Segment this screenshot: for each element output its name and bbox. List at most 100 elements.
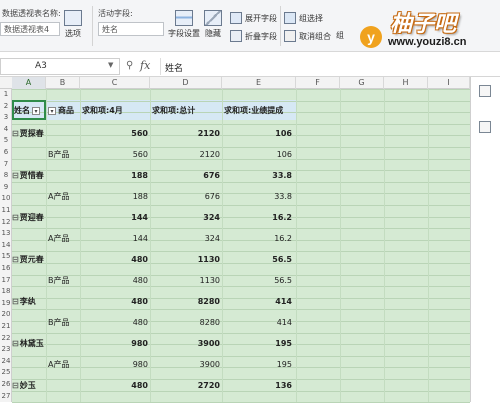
pivot-row-name[interactable]: ⊟林黛玉 bbox=[12, 334, 80, 353]
column-header-g[interactable]: G bbox=[340, 77, 384, 89]
column-header-c[interactable]: C bbox=[80, 77, 150, 89]
name-box[interactable]: A3 bbox=[0, 58, 120, 75]
pivot-cell-bonus[interactable]: 414 bbox=[224, 313, 292, 332]
active-field-input[interactable]: 姓名 bbox=[98, 22, 164, 36]
row-header[interactable]: 16 bbox=[0, 263, 12, 275]
row-header[interactable]: 22 bbox=[0, 333, 12, 345]
pivot-cell-total[interactable]: 2120 bbox=[152, 145, 220, 164]
row-header[interactable]: 20 bbox=[0, 309, 12, 321]
collapse-icon[interactable]: ⊟ bbox=[12, 334, 19, 353]
pivot-cell-bonus[interactable]: 16.2 bbox=[224, 208, 292, 227]
collapse-icon[interactable]: ⊟ bbox=[12, 292, 19, 311]
row-header[interactable]: 6 bbox=[0, 147, 12, 159]
column-header-b[interactable]: B bbox=[46, 77, 80, 89]
pivot-cell-total[interactable]: 3900 bbox=[152, 334, 220, 353]
side-panel-icon[interactable] bbox=[479, 85, 491, 97]
pivot-header-total[interactable]: 求和项:总计 bbox=[152, 101, 195, 120]
row-header[interactable]: 21 bbox=[0, 321, 12, 333]
pivot-cell-bonus[interactable]: 33.8 bbox=[224, 187, 292, 206]
fx-icon[interactable]: fx bbox=[140, 59, 150, 72]
pivot-cell-bonus[interactable]: 136 bbox=[224, 376, 292, 395]
pivot-header-apr[interactable]: 求和项:4月 bbox=[82, 101, 123, 120]
side-panel-icon[interactable] bbox=[479, 121, 491, 133]
collapse-icon[interactable]: ⊟ bbox=[12, 166, 19, 185]
pivot-row-name[interactable]: ⊟贾探春 bbox=[12, 124, 80, 143]
pivot-cell-apr[interactable]: 480 bbox=[82, 313, 148, 332]
collapse-icon[interactable]: ⊟ bbox=[12, 376, 19, 395]
pivot-row-product[interactable]: A产品 bbox=[48, 229, 80, 248]
pivot-row-name[interactable]: ⊟妙玉 bbox=[12, 376, 80, 395]
pivot-cell-bonus[interactable]: 195 bbox=[224, 355, 292, 374]
pivot-cell-bonus[interactable]: 195 bbox=[224, 334, 292, 353]
column-header-f[interactable]: F bbox=[296, 77, 340, 89]
pivot-cell-total[interactable]: 3900 bbox=[152, 355, 220, 374]
row-header[interactable]: 2 bbox=[0, 101, 12, 113]
selected-cell-A3[interactable] bbox=[12, 100, 46, 120]
pivot-cell-total[interactable]: 2120 bbox=[152, 124, 220, 143]
row-header[interactable]: 3 bbox=[0, 112, 12, 124]
pivot-cell-apr[interactable]: 980 bbox=[82, 334, 148, 353]
pivot-name-input[interactable]: 数据透视表4 bbox=[0, 22, 60, 36]
collapse-icon[interactable]: ⊟ bbox=[12, 250, 19, 269]
pivot-cell-apr[interactable]: 144 bbox=[82, 229, 148, 248]
pivot-row-product[interactable]: B产品 bbox=[48, 271, 80, 290]
row-header[interactable]: 13 bbox=[0, 228, 12, 240]
collapse-icon[interactable]: ⊟ bbox=[12, 208, 19, 227]
ungroup-button[interactable]: 取消组合 bbox=[284, 30, 331, 42]
row-header[interactable]: 26 bbox=[0, 379, 12, 391]
row-header[interactable]: 14 bbox=[0, 240, 12, 252]
pivot-row-product[interactable]: A产品 bbox=[48, 355, 80, 374]
row-header[interactable]: 12 bbox=[0, 217, 12, 229]
pivot-cell-apr[interactable]: 980 bbox=[82, 355, 148, 374]
column-header-h[interactable]: H bbox=[384, 77, 428, 89]
pivot-cell-total[interactable]: 2720 bbox=[152, 376, 220, 395]
row-header[interactable]: 18 bbox=[0, 286, 12, 298]
formula-input[interactable]: 姓名 bbox=[160, 58, 490, 75]
row-header[interactable]: 5 bbox=[0, 135, 12, 147]
pivot-cell-apr[interactable]: 480 bbox=[82, 271, 148, 290]
pivot-cell-total[interactable]: 8280 bbox=[152, 292, 220, 311]
pivot-cell-apr[interactable]: 560 bbox=[82, 124, 148, 143]
pivot-row-name[interactable]: ⊟贾迎春 bbox=[12, 208, 80, 227]
pivot-cell-apr[interactable]: 560 bbox=[82, 145, 148, 164]
options-button[interactable]: 选项 bbox=[64, 10, 82, 39]
pivot-cell-bonus[interactable]: 56.5 bbox=[224, 250, 292, 269]
pivot-cell-apr[interactable]: 188 bbox=[82, 187, 148, 206]
hide-button[interactable]: 隐藏 bbox=[204, 10, 222, 39]
pivot-cell-total[interactable]: 1130 bbox=[152, 271, 220, 290]
row-header[interactable]: 15 bbox=[0, 251, 12, 263]
pivot-cell-total[interactable]: 676 bbox=[152, 187, 220, 206]
pivot-cell-bonus[interactable]: 106 bbox=[224, 124, 292, 143]
row-header[interactable]: 8 bbox=[0, 170, 12, 182]
row-header[interactable]: 24 bbox=[0, 356, 12, 368]
pivot-cell-apr[interactable]: 480 bbox=[82, 250, 148, 269]
pivot-cell-total[interactable]: 324 bbox=[152, 208, 220, 227]
group-field-button[interactable]: 组 bbox=[336, 30, 344, 41]
pivot-cell-bonus[interactable]: 414 bbox=[224, 292, 292, 311]
pivot-cell-bonus[interactable]: 16.2 bbox=[224, 229, 292, 248]
row-header[interactable]: 4 bbox=[0, 124, 12, 136]
field-settings-button[interactable]: 字段设置 bbox=[168, 10, 200, 39]
pivot-cell-bonus[interactable]: 56.5 bbox=[224, 271, 292, 290]
pivot-row-product[interactable]: B产品 bbox=[48, 313, 80, 332]
pivot-cell-bonus[interactable]: 33.8 bbox=[224, 166, 292, 185]
row-header[interactable]: 23 bbox=[0, 344, 12, 356]
row-header[interactable]: 1 bbox=[0, 89, 12, 101]
pivot-cell-apr[interactable]: 144 bbox=[82, 208, 148, 227]
pivot-cell-bonus[interactable]: 106 bbox=[224, 145, 292, 164]
pivot-header-product[interactable]: ▾ 商品 bbox=[48, 101, 80, 120]
collapse-icon[interactable]: ⊟ bbox=[12, 124, 19, 143]
collapse-field-button[interactable]: 折叠字段 bbox=[230, 30, 277, 42]
column-header-a[interactable]: A bbox=[12, 77, 46, 89]
pivot-row-product[interactable]: A产品 bbox=[48, 187, 80, 206]
pivot-cell-total[interactable]: 324 bbox=[152, 229, 220, 248]
row-header[interactable]: 7 bbox=[0, 159, 12, 171]
column-header-e[interactable]: E bbox=[222, 77, 296, 89]
group-selection-button[interactable]: 组选择 bbox=[284, 12, 323, 24]
row-header[interactable]: 17 bbox=[0, 275, 12, 287]
pivot-cell-total[interactable]: 8280 bbox=[152, 313, 220, 332]
pivot-cell-apr[interactable]: 188 bbox=[82, 166, 148, 185]
pivot-cell-apr[interactable]: 480 bbox=[82, 376, 148, 395]
pivot-header-bonus[interactable]: 求和项:业绩提成 bbox=[224, 101, 283, 120]
pivot-row-product[interactable]: B产品 bbox=[48, 145, 80, 164]
